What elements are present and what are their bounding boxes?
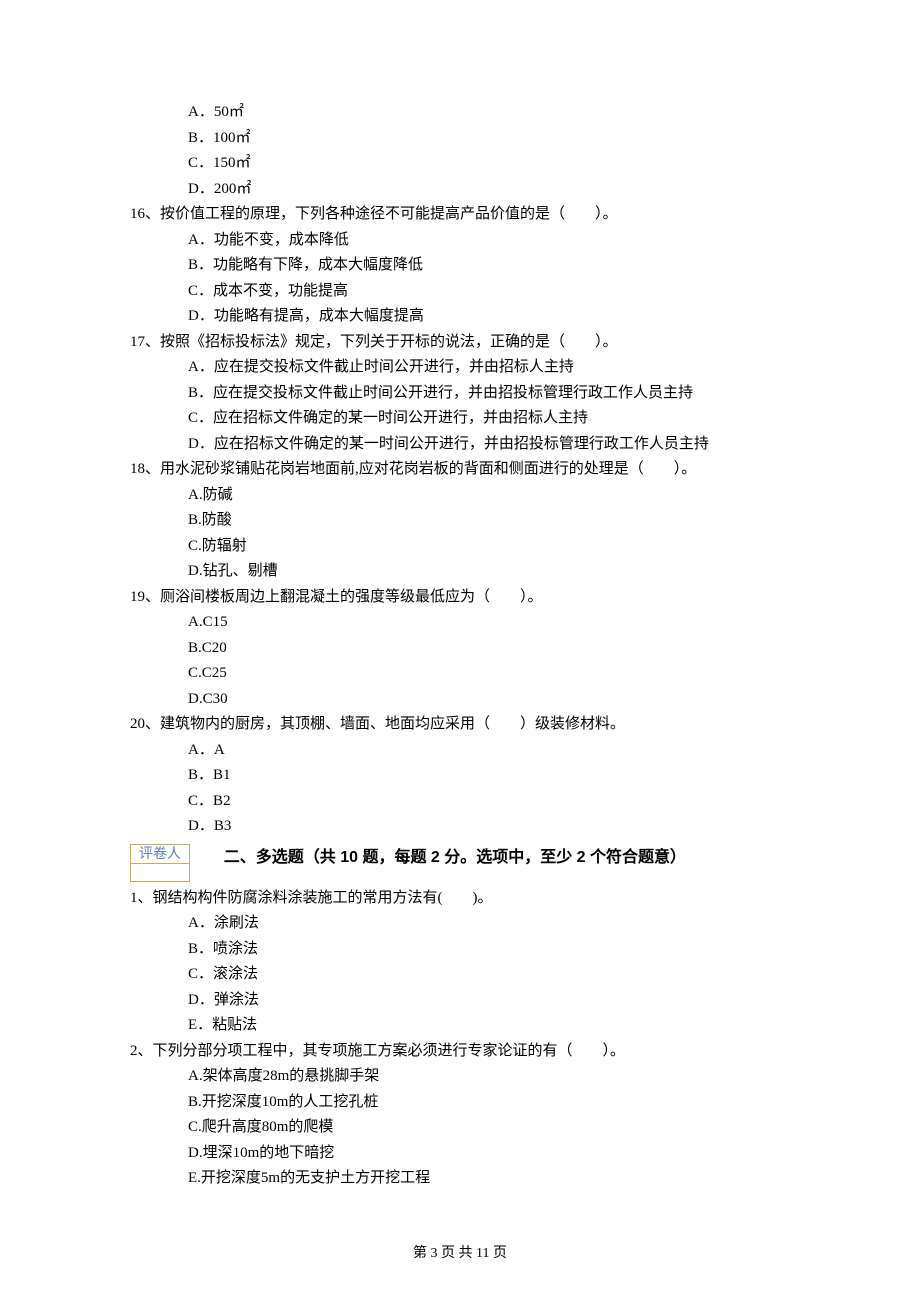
q19-opt-a: A.C15 <box>130 610 790 636</box>
q17-opt-d: D．应在招标文件确定的某一时间公开进行，并由招投标管理行政工作人员主持 <box>130 432 790 458</box>
q16-opt-a: A．功能不变，成本降低 <box>130 228 790 254</box>
q20-stem: 20、建筑物内的厨房，其顶棚、墙面、地面均应采用（ ）级装修材料。 <box>130 712 790 738</box>
q19-opt-b: B.C20 <box>130 636 790 662</box>
q20-opt-c: C．B2 <box>130 789 790 815</box>
mq1-opt-c: C．滚涂法 <box>130 962 790 988</box>
q17-opt-a: A．应在提交投标文件截止时间公开进行，并由招标人主持 <box>130 355 790 381</box>
mq1-opt-a: A．涂刷法 <box>130 911 790 937</box>
q19-opt-c: C.C25 <box>130 661 790 687</box>
mq2-opt-a: A.架体高度28m的悬挑脚手架 <box>130 1064 790 1090</box>
q15-opt-c: C．150㎡ <box>130 151 790 177</box>
mq2-opt-e: E.开挖深度5m的无支护土方开挖工程 <box>130 1166 790 1192</box>
reviewer-label: 评卷人 <box>131 845 189 864</box>
q16-opt-c: C．成本不变，功能提高 <box>130 279 790 305</box>
q18-stem: 18、用水泥砂浆铺贴花岗岩地面前,应对花岗岩板的背面和侧面进行的处理是（ ）。 <box>130 457 790 483</box>
mq2-stem: 2、下列分部分项工程中，其专项施工方案必须进行专家论证的有（ ）。 <box>130 1039 790 1065</box>
mq1-opt-b: B．喷涂法 <box>130 937 790 963</box>
mq1-opt-e: E．粘贴法 <box>130 1013 790 1039</box>
q17-stem: 17、按照《招标投标法》规定，下列关于开标的说法，正确的是（ ）。 <box>130 330 790 356</box>
reviewer-empty-cell <box>131 864 189 882</box>
q20-opt-d: D．B3 <box>130 814 790 840</box>
q16-stem: 16、按价值工程的原理，下列各种途径不可能提高产品价值的是（ ）。 <box>130 202 790 228</box>
q18-opt-a: A.防碱 <box>130 483 790 509</box>
q18-opt-d: D.钻孔、剔槽 <box>130 559 790 585</box>
q19-stem: 19、厕浴间楼板周边上翻混凝土的强度等级最低应为（ ）。 <box>130 585 790 611</box>
q19-opt-d: D.C30 <box>130 687 790 713</box>
q15-opt-d: D．200㎡ <box>130 177 790 203</box>
mq2-opt-b: B.开挖深度10m的人工挖孔桩 <box>130 1090 790 1116</box>
q16-opt-b: B．功能略有下降，成本大幅度降低 <box>130 253 790 279</box>
q18-opt-b: B.防酸 <box>130 508 790 534</box>
q15-opt-b: B．100㎡ <box>130 126 790 152</box>
reviewer-box: 评卷人 <box>130 844 190 882</box>
page-footer: 第 3 页 共 11 页 <box>130 1242 790 1266</box>
q17-opt-c: C．应在招标文件确定的某一时间公开进行，并由招标人主持 <box>130 406 790 432</box>
mq2-opt-d: D.埋深10m的地下暗挖 <box>130 1141 790 1167</box>
mq1-opt-d: D．弹涂法 <box>130 988 790 1014</box>
q15-opt-a: A．50㎡ <box>130 100 790 126</box>
mq1-stem: 1、钢结构构件防腐涂料涂装施工的常用方法有( )。 <box>130 886 790 912</box>
q18-opt-c: C.防辐射 <box>130 534 790 560</box>
mq2-opt-c: C.爬升高度80m的爬模 <box>130 1115 790 1141</box>
q16-opt-d: D．功能略有提高，成本大幅度提高 <box>130 304 790 330</box>
q20-opt-a: A．A <box>130 738 790 764</box>
section-2-title: 二、多选题（共 10 题，每题 2 分。选项中，至少 2 个符合题意） <box>224 844 686 871</box>
section-header-row: 评卷人 二、多选题（共 10 题，每题 2 分。选项中，至少 2 个符合题意） <box>130 844 790 882</box>
q20-opt-b: B．B1 <box>130 763 790 789</box>
q17-opt-b: B．应在提交投标文件截止时间公开进行，并由招投标管理行政工作人员主持 <box>130 381 790 407</box>
